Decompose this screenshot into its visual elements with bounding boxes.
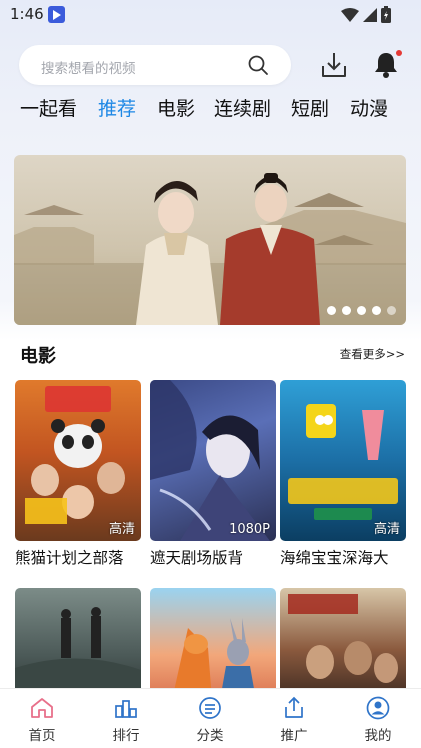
quality-badge: 高清 xyxy=(108,522,135,537)
battery-icon xyxy=(381,6,391,23)
home-icon xyxy=(31,698,53,718)
tab-series[interactable]: 连续剧 xyxy=(214,94,271,121)
carousel-dot[interactable] xyxy=(357,306,366,315)
notification-badge xyxy=(396,50,402,56)
tab-anime[interactable]: 动漫 xyxy=(350,94,388,121)
status-time: 1:46 xyxy=(10,5,44,23)
nav-ranking[interactable]: 排行 xyxy=(84,689,168,748)
movie-poster[interactable] xyxy=(15,588,141,700)
carousel-indicator xyxy=(327,306,396,315)
ranking-icon xyxy=(115,700,137,718)
nav-promote[interactable]: 推广 xyxy=(252,689,336,748)
search-icon[interactable] xyxy=(247,54,269,76)
tab-short-drama[interactable]: 短剧 xyxy=(291,94,329,121)
bottom-navigation: 首页 排行 分类 推广 我的 xyxy=(0,688,421,748)
poster-art xyxy=(288,404,398,520)
tab-recommend[interactable]: 推荐 xyxy=(98,94,136,121)
movie-poster[interactable]: 1080P xyxy=(150,380,276,541)
banner-carousel[interactable] xyxy=(14,155,406,325)
movie-poster[interactable] xyxy=(280,588,406,700)
poster-art xyxy=(172,618,256,700)
nav-label: 排行 xyxy=(112,728,140,744)
banner-image xyxy=(14,173,406,325)
carousel-dot[interactable] xyxy=(372,306,381,315)
search-placeholder: 搜索想看的视频 xyxy=(41,61,136,77)
movie-poster[interactable] xyxy=(150,588,276,700)
poster-art xyxy=(25,386,125,524)
nav-label: 推广 xyxy=(280,728,308,744)
download-icon[interactable] xyxy=(320,51,348,79)
status-indicators xyxy=(341,6,391,23)
movie-title[interactable]: 海绵宝宝深海大 xyxy=(280,546,412,568)
movie-poster[interactable]: 高清 xyxy=(280,380,406,541)
app-notification-icon xyxy=(48,6,65,23)
movie-poster[interactable]: 高清 xyxy=(15,380,141,541)
tab-movies[interactable]: 电影 xyxy=(157,94,195,121)
quality-badge: 高清 xyxy=(373,522,400,537)
nav-profile[interactable]: 我的 xyxy=(336,689,420,748)
share-icon xyxy=(285,696,303,718)
bell-icon[interactable] xyxy=(373,50,399,78)
nav-label: 分类 xyxy=(196,728,224,744)
wifi-icon xyxy=(341,7,359,22)
profile-icon xyxy=(366,696,390,720)
poster-art xyxy=(150,380,270,541)
nav-home[interactable]: 首页 xyxy=(0,689,84,748)
signal-icon xyxy=(363,7,377,22)
search-input[interactable]: 搜索想看的视频 xyxy=(19,45,291,85)
see-more-link[interactable]: 查看更多>> xyxy=(340,346,405,362)
nav-label: 我的 xyxy=(364,728,392,744)
poster-art xyxy=(288,594,398,683)
category-icon xyxy=(199,697,221,719)
nav-category[interactable]: 分类 xyxy=(168,689,252,748)
carousel-dot[interactable] xyxy=(342,306,351,315)
section-title: 电影 xyxy=(20,346,56,367)
quality-badge: 1080P xyxy=(229,522,270,537)
carousel-dot-active[interactable] xyxy=(387,306,396,315)
status-bar: 1:46 xyxy=(0,0,421,30)
carousel-dot[interactable] xyxy=(327,306,336,315)
poster-art xyxy=(15,607,141,700)
nav-label: 首页 xyxy=(28,728,56,744)
tab-together[interactable]: 一起看 xyxy=(20,94,77,121)
movie-title[interactable]: 遮天剧场版背 xyxy=(150,546,282,568)
movie-title[interactable]: 熊猫计划之部落 xyxy=(15,546,147,568)
